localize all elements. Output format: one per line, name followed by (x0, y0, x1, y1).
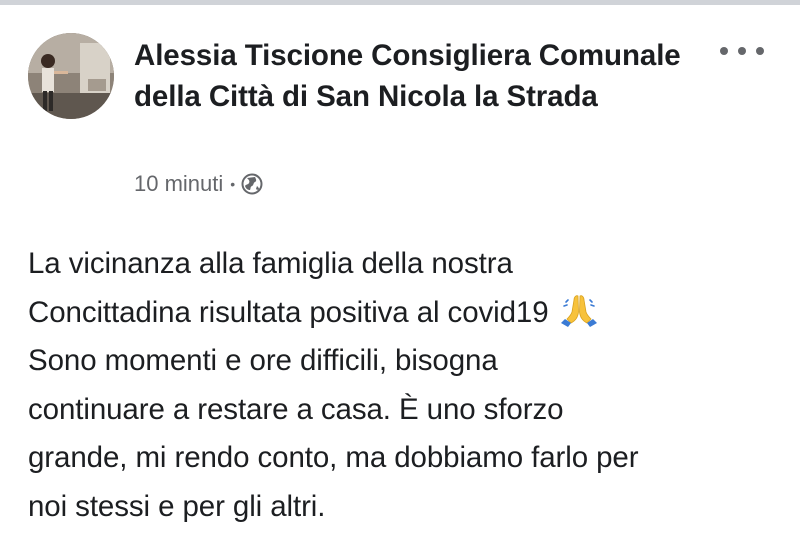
author-name[interactable]: Alessia Tiscione Consigliera Comunale de… (134, 35, 704, 117)
more-dot (720, 47, 728, 55)
avatar-photo (28, 33, 114, 119)
more-dot (738, 47, 746, 55)
post-card: Alessia Tiscione Consigliera Comunale de… (0, 5, 800, 550)
folded-hands-emoji-icon (559, 292, 599, 328)
post-text-line: continuare a restare a casa. È uno sforz… (28, 392, 564, 426)
meta-separator: • (230, 176, 236, 192)
post-text-line: grande, mi rendo conto, ma dobbiamo farl… (28, 441, 639, 474)
avatar[interactable] (28, 33, 114, 119)
post-text-line: noi stessi e per gli altri. (28, 489, 326, 523)
more-dot (756, 47, 764, 55)
post-text-line: La vicinanza alla famiglia della nostra (28, 247, 513, 280)
post-text-line: Concittadina risultata positiva al covid… (28, 295, 549, 329)
post-text-line: Sono momenti e ore difficili, bisogna (28, 344, 498, 377)
post-body: La vicinanza alla famiglia della nostra … (28, 240, 788, 531)
post-timestamp[interactable]: 10 minuti (134, 171, 223, 197)
post-meta: 10 minuti • (134, 169, 263, 199)
post-text-line-with-emoji: Concittadina risultata positiva al covid… (28, 289, 788, 338)
more-options-icon[interactable] (720, 41, 764, 61)
globe-icon[interactable] (241, 173, 263, 195)
